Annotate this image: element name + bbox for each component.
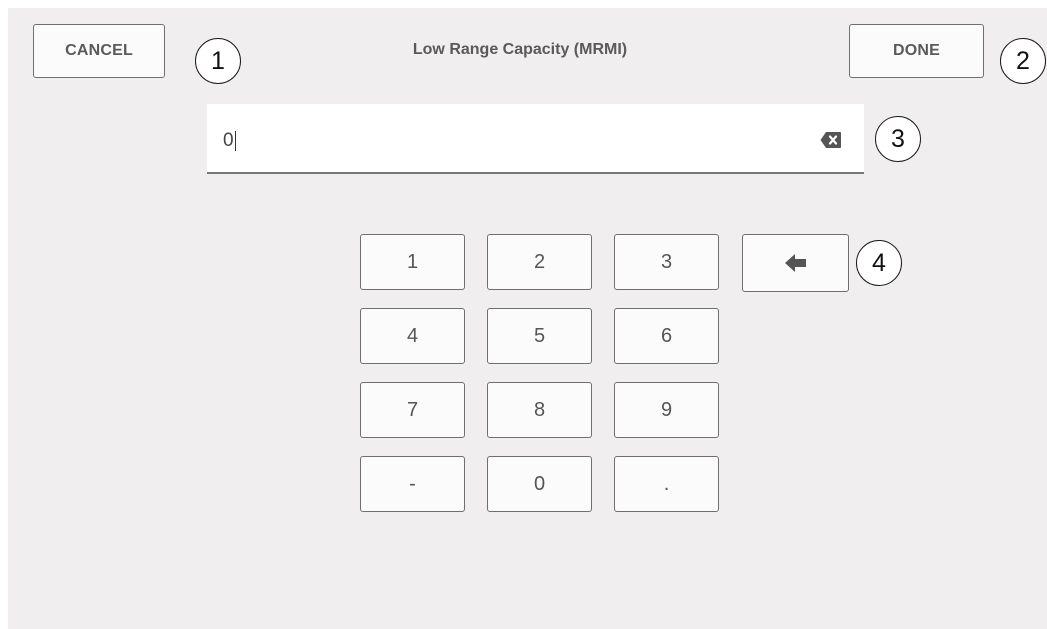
key-label: 2 (533, 251, 546, 273)
key-0-button[interactable]: 0 (487, 456, 592, 512)
key-label: 0 (533, 473, 546, 495)
dialog-title: Low Range Capacity (MRMI) (412, 41, 628, 58)
cancel-button[interactable]: CANCEL (33, 24, 165, 78)
input-value-text: 0 (223, 130, 234, 151)
key-label: - (409, 473, 416, 495)
backspace-icon[interactable] (820, 131, 842, 149)
text-caret (234, 131, 236, 151)
input-value-display: 0 (223, 130, 236, 152)
key-label: 9 (660, 399, 673, 421)
key-label: 8 (533, 399, 546, 421)
key-4-button[interactable]: 4 (360, 308, 465, 364)
key-label: 5 (533, 325, 546, 347)
key-label: 7 (406, 399, 419, 421)
value-input[interactable]: 0 (207, 104, 864, 174)
back-arrow-button[interactable] (742, 234, 849, 292)
key-5-button[interactable]: 5 (487, 308, 592, 364)
key-label: . (663, 473, 670, 495)
callout-1: 1 (195, 38, 241, 84)
key-3-button[interactable]: 3 (614, 234, 719, 290)
arrow-left-icon (784, 254, 806, 272)
key-label: 1 (406, 251, 419, 273)
key-label: 4 (406, 325, 419, 347)
key-8-button[interactable]: 8 (487, 382, 592, 438)
key-7-button[interactable]: 7 (360, 382, 465, 438)
callout-3: 3 (875, 116, 921, 162)
key-decimal-button[interactable]: . (614, 456, 719, 512)
key-label: 3 (660, 251, 673, 273)
key-label: 6 (660, 325, 673, 347)
key-2-button[interactable]: 2 (487, 234, 592, 290)
callout-2: 2 (1000, 38, 1046, 84)
done-button[interactable]: DONE (849, 24, 984, 78)
key-6-button[interactable]: 6 (614, 308, 719, 364)
callout-4: 4 (856, 240, 902, 286)
key-1-button[interactable]: 1 (360, 234, 465, 290)
key-9-button[interactable]: 9 (614, 382, 719, 438)
key-minus-button[interactable]: - (360, 456, 465, 512)
